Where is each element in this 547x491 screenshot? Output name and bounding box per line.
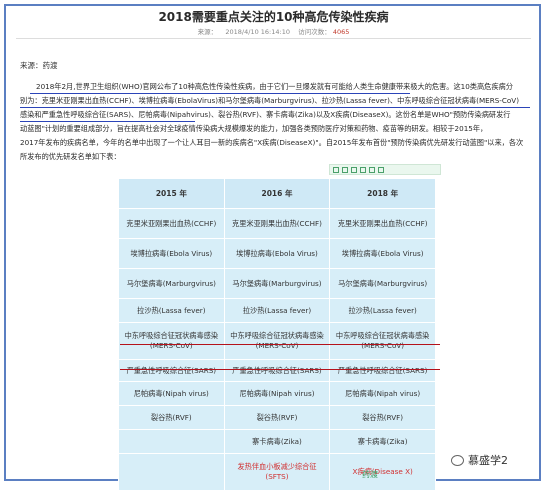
table-cell: 马尔堡病毒(Marburgvirus) [118, 268, 225, 299]
share-icon[interactable] [360, 166, 366, 173]
underline-2 [20, 107, 530, 108]
table-cell: 严重急性呼吸综合征(SARS) [223, 359, 331, 382]
table-cell: 埃博拉病毒(Ebola Virus) [118, 238, 225, 269]
table-cell: 寨卡病毒(Zika) [329, 429, 436, 454]
red-underline-2 [120, 369, 440, 370]
table-cell: 马尔堡病毒(Marburgvirus) [223, 268, 331, 299]
table-cell: 严重急性呼吸综合征(SARS) [329, 359, 436, 382]
table-cell: 尼帕病毒(Nipah virus) [118, 381, 225, 406]
table-cell [118, 429, 225, 454]
table-cell: 尼帕病毒(Nipah virus) [223, 381, 331, 406]
watermark: 慕盛学2 [451, 452, 508, 468]
article-title: 2018需要重点关注的10种高危传染性疾病 [158, 10, 389, 24]
table-cell: 中东呼吸综合征冠状病毒感染(MERS-CoV) [118, 322, 225, 360]
table-cell: 严重急性呼吸综合征(SARS) [118, 359, 225, 382]
meta-date: 2018/4/10 16:14:10 [225, 28, 290, 36]
table-cell: 拉沙热(Lassa fever) [329, 298, 436, 323]
table-cell-new-disease: X疾病(Disease X) [329, 453, 436, 491]
paragraph-line-5: 2017年发布的疾病名单，今年的名单中出现了一个让人耳目一新的疾病名"X疾病(D… [20, 138, 524, 161]
wechat-icon [451, 454, 464, 466]
underline-1 [30, 93, 410, 94]
table-cell: 裂谷热(RVF) [223, 405, 331, 430]
paragraph-line-3: 感染和严重急性呼吸综合征(SARS)、尼帕病毒(Nipahvirus)、裂谷热(… [20, 110, 511, 119]
divider [16, 38, 531, 39]
share-icon[interactable] [378, 166, 384, 173]
disease-table: 2015 年 2016 年 2018 年 克里米亚刚果出血热(CCHF) 克里米… [118, 178, 436, 491]
share-icon[interactable] [342, 166, 348, 173]
table-cell [118, 453, 225, 491]
table-cell-new-disease: 发热伴血小板减少综合征(SFTS) [223, 453, 331, 491]
table-cell: 裂谷热(RVF) [329, 405, 436, 430]
table-cell: 裂谷热(RVF) [118, 405, 225, 430]
table-cell: 拉沙热(Lassa fever) [118, 298, 225, 323]
share-icon[interactable] [351, 166, 357, 173]
meta-hits-label: 访问次数： [298, 28, 331, 36]
table-cell: 拉沙热(Lassa fever) [223, 298, 331, 323]
source-stamp: 药渡 [362, 470, 378, 479]
table-cell: 中东呼吸综合征冠状病毒感染(MERS-CoV) [223, 322, 331, 360]
table-cell: 克里米亚刚果出血热(CCHF) [223, 208, 331, 239]
table-header: 2018 年 [329, 178, 436, 209]
table-cell: 克里米亚刚果出血热(CCHF) [329, 208, 436, 239]
table-cell: 中东呼吸综合征冠状病毒感染(MERS-CoV) [329, 322, 436, 360]
meta-hits: 4065 [332, 28, 350, 36]
underline-3 [20, 121, 195, 122]
table-cell: 马尔堡病毒(Marburgvirus) [329, 268, 436, 299]
red-underline-1 [120, 344, 440, 345]
paragraph-line-4: 动蓝图"计划的重要组成部分，旨在提高社会对全球疫情传染病大规模爆发的能力，加强各… [20, 124, 488, 133]
paragraph-line-2: 别为：克里米亚刚果出血热(CCHF)、埃博拉病毒(EbolaVirus)和马尔堡… [20, 96, 520, 105]
paragraph-line-1: 2018年2月,世界卫生组织(WHO)官网公布了10种高危性传染性疾病，由于它们… [36, 82, 513, 91]
table-cell: 寨卡病毒(Zika) [223, 429, 331, 454]
table-cell: 尼帕病毒(Nipah virus) [329, 381, 436, 406]
source-line: 来源：药渡 [20, 61, 58, 70]
watermark-text: 慕盛学2 [468, 454, 508, 467]
share-icon[interactable] [333, 166, 339, 173]
table-cell: 克里米亚刚果出血热(CCHF) [118, 208, 225, 239]
article-meta: 来源： 2018/4/10 16:14:10 访问次数： 4065 [0, 26, 547, 36]
table-cell: 埃博拉病毒(Ebola Virus) [223, 238, 331, 269]
meta-source: 来源： [197, 28, 218, 36]
table-header: 2015 年 [118, 178, 225, 209]
table-cell: 埃博拉病毒(Ebola Virus) [329, 238, 436, 269]
share-toolbar [329, 164, 441, 175]
share-icon[interactable] [369, 166, 375, 173]
table-header: 2016 年 [223, 178, 331, 209]
